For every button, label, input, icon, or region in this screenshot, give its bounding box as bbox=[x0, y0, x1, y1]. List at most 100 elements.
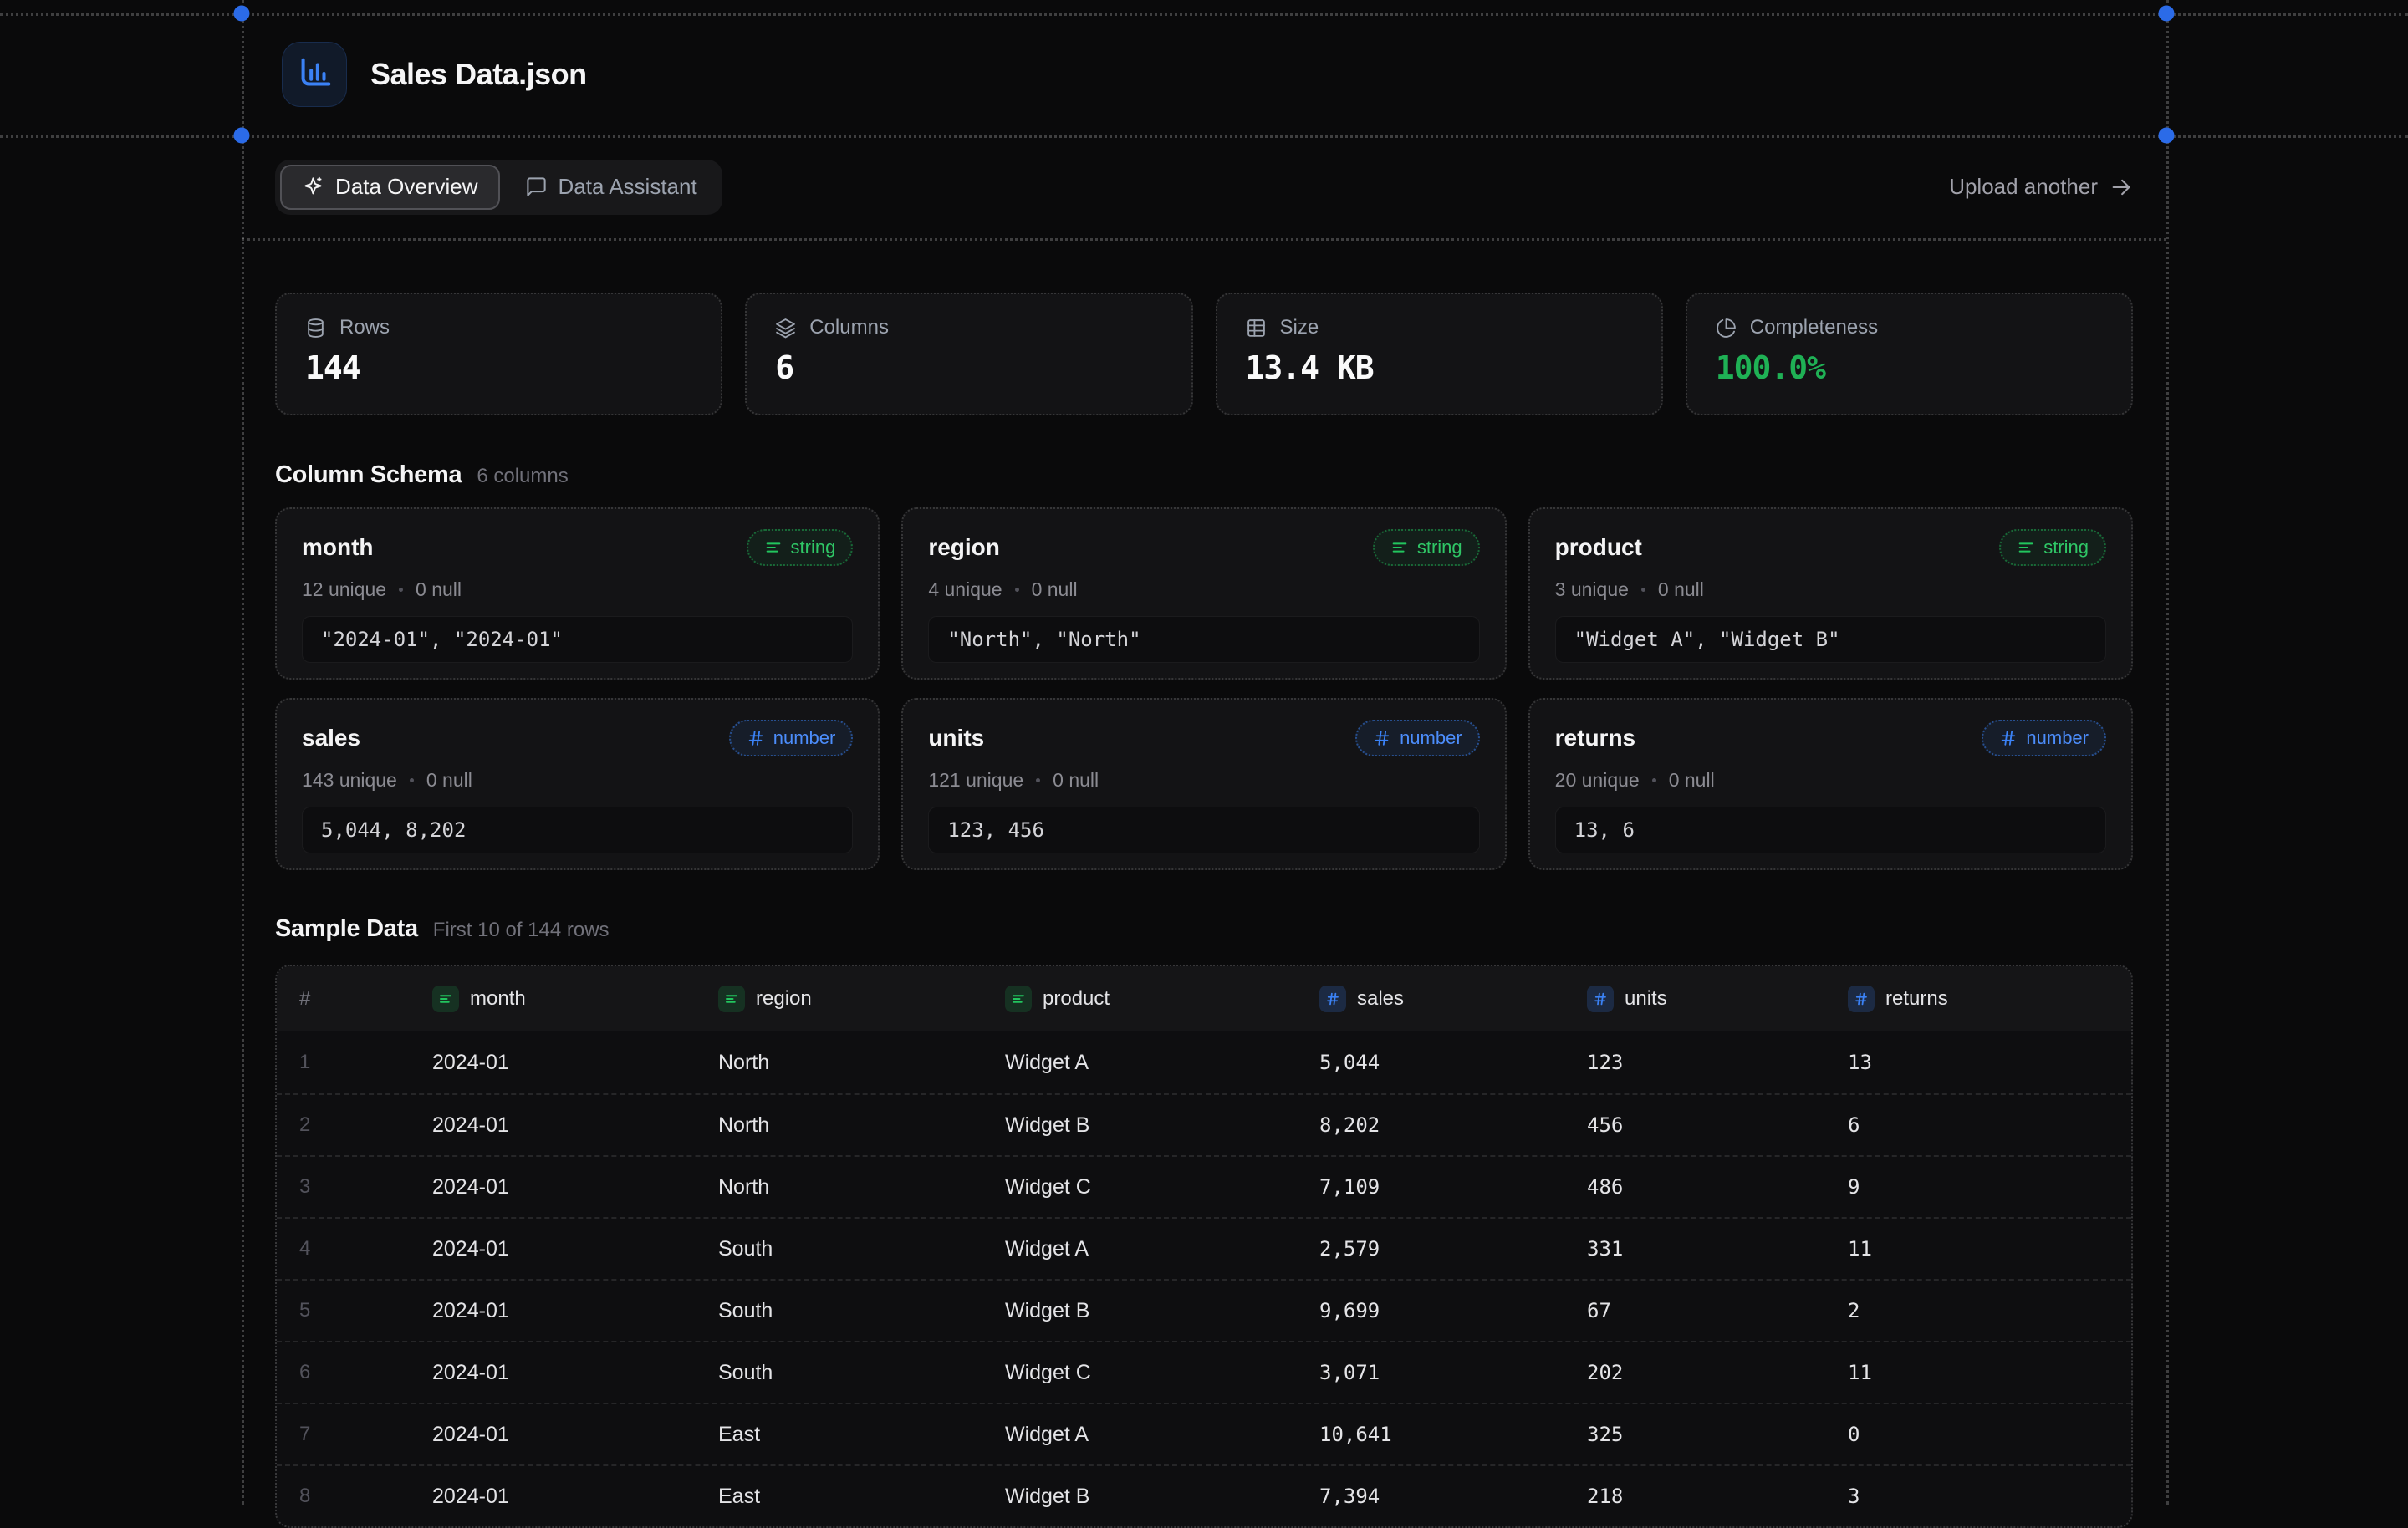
column-name: sales bbox=[302, 725, 360, 751]
type-badge-string: string bbox=[1373, 529, 1480, 566]
table-row: 1 2024-01 North Widget A 5,044 123 13 bbox=[277, 1031, 2131, 1093]
stat-label: Completeness bbox=[1750, 316, 1878, 339]
header-month: month bbox=[432, 986, 718, 1012]
stat-label: Rows bbox=[339, 316, 390, 339]
type-badge-string: string bbox=[747, 529, 854, 566]
null-count: 0 null bbox=[1669, 769, 1715, 792]
type-badge-label: number bbox=[1400, 727, 1462, 749]
app-frame: Sales Data.json Data Overview bbox=[242, 0, 2166, 1505]
stats-row: Rows 144 Columns 6 bbox=[275, 293, 2133, 415]
bar-chart-icon bbox=[282, 42, 347, 107]
unique-count: 143 unique bbox=[302, 769, 397, 792]
sample-title: Sample Data bbox=[275, 915, 418, 943]
sample-subtitle: First 10 of 144 rows bbox=[433, 919, 610, 942]
sample-values: "2024-01", "2024-01" bbox=[302, 616, 853, 663]
page-title: Sales Data.json bbox=[370, 57, 587, 92]
sample-values: 13, 6 bbox=[1555, 807, 2106, 853]
header-units: units bbox=[1587, 986, 1848, 1012]
unique-count: 12 unique bbox=[302, 578, 386, 601]
schema-card-region: region string 4 unique 0 null "North", "… bbox=[901, 507, 1506, 680]
null-count: 0 null bbox=[1032, 578, 1078, 601]
layers-icon bbox=[775, 318, 796, 339]
header-sales: sales bbox=[1319, 986, 1587, 1012]
stat-card-completeness: Completeness 100.0% bbox=[1686, 293, 2133, 415]
type-badge-number: number bbox=[1982, 720, 2106, 756]
stat-value-size: 13.4 KB bbox=[1246, 349, 1633, 386]
pie-chart-icon bbox=[1716, 318, 1737, 339]
column-name: product bbox=[1555, 534, 1642, 561]
header-index: # bbox=[299, 987, 432, 1011]
header: Sales Data.json bbox=[242, 13, 2166, 135]
sample-values: "Widget A", "Widget B" bbox=[1555, 616, 2106, 663]
sample-data-table: # month region produ bbox=[275, 965, 2133, 1528]
sample-values: 5,044, 8,202 bbox=[302, 807, 853, 853]
dot-separator bbox=[1652, 778, 1656, 782]
sparkles-icon bbox=[302, 176, 324, 198]
text-lines-icon bbox=[2017, 538, 2035, 557]
tab-data-overview[interactable]: Data Overview bbox=[280, 165, 500, 210]
schema-section-header: Column Schema 6 columns bbox=[275, 461, 2133, 489]
dot-separator bbox=[1641, 588, 1645, 592]
schema-grid: month string 12 unique 0 null "2024-01",… bbox=[275, 507, 2133, 870]
table-row: 5 2024-01 South Widget B 9,699 67 2 bbox=[277, 1279, 2131, 1341]
stat-label: Columns bbox=[809, 316, 889, 339]
dot-separator bbox=[1036, 778, 1040, 782]
stat-card-columns: Columns 6 bbox=[745, 293, 1192, 415]
hash-icon bbox=[1848, 986, 1875, 1012]
stat-value-completeness: 100.0% bbox=[1716, 349, 2103, 386]
table-row: 6 2024-01 South Widget C 3,071 202 11 bbox=[277, 1341, 2131, 1403]
sample-section-header: Sample Data First 10 of 144 rows bbox=[275, 915, 2133, 943]
stat-card-rows: Rows 144 bbox=[275, 293, 722, 415]
stat-label: Size bbox=[1280, 316, 1319, 339]
dot-separator bbox=[410, 778, 414, 782]
hash-icon bbox=[1319, 986, 1346, 1012]
type-badge-string: string bbox=[1999, 529, 2106, 566]
table-row: 4 2024-01 South Widget A 2,579 331 11 bbox=[277, 1217, 2131, 1279]
column-name: returns bbox=[1555, 725, 1635, 751]
chat-bubble-icon bbox=[525, 176, 548, 198]
table-row: 7 2024-01 East Widget A 10,641 325 0 bbox=[277, 1403, 2131, 1464]
schema-card-sales: sales number 143 unique 0 null 5,044, 8,… bbox=[275, 698, 880, 870]
schema-card-product: product string 3 unique 0 null "Widget A… bbox=[1528, 507, 2133, 680]
null-count: 0 null bbox=[416, 578, 462, 601]
type-badge-label: number bbox=[2026, 727, 2089, 749]
hash-icon bbox=[747, 729, 765, 747]
table-row: 2 2024-01 North Widget B 8,202 456 6 bbox=[277, 1093, 2131, 1155]
tab-bar: Data Overview Data Assistant Upload anot… bbox=[242, 135, 2166, 238]
tab-data-assistant[interactable]: Data Assistant bbox=[505, 165, 717, 210]
header-product: product bbox=[1005, 986, 1319, 1012]
database-icon bbox=[305, 318, 326, 339]
header-returns: returns bbox=[1848, 986, 2109, 1012]
type-badge-label: string bbox=[2043, 537, 2089, 558]
stat-value-columns: 6 bbox=[775, 349, 1162, 386]
unique-count: 20 unique bbox=[1555, 769, 1640, 792]
type-badge-number: number bbox=[1355, 720, 1480, 756]
table-row: 8 2024-01 East Widget B 7,394 218 3 bbox=[277, 1464, 2131, 1526]
schema-card-units: units number 121 unique 0 null 123, 456 bbox=[901, 698, 1506, 870]
type-badge-label: number bbox=[773, 727, 836, 749]
hash-icon bbox=[1587, 986, 1614, 1012]
schema-card-month: month string 12 unique 0 null "2024-01",… bbox=[275, 507, 880, 680]
hash-icon bbox=[1999, 729, 2018, 747]
schema-title: Column Schema bbox=[275, 461, 462, 489]
column-name: units bbox=[928, 725, 984, 751]
unique-count: 121 unique bbox=[928, 769, 1023, 792]
text-lines-icon bbox=[718, 986, 745, 1012]
type-badge-number: number bbox=[729, 720, 854, 756]
table-header-row: # month region produ bbox=[277, 966, 2131, 1031]
content: Rows 144 Columns 6 bbox=[242, 238, 2166, 1528]
upload-another-link[interactable]: Upload another bbox=[1949, 174, 2133, 200]
text-lines-icon bbox=[1390, 538, 1409, 557]
guide-line-right bbox=[2166, 0, 2169, 1505]
table-row: 3 2024-01 North Widget C 7,109 486 9 bbox=[277, 1155, 2131, 1217]
column-name: region bbox=[928, 534, 1000, 561]
arrow-right-icon bbox=[2110, 176, 2133, 199]
column-name: month bbox=[302, 534, 374, 561]
type-badge-label: string bbox=[791, 537, 836, 558]
null-count: 0 null bbox=[1053, 769, 1099, 792]
sample-values: "North", "North" bbox=[928, 616, 1479, 663]
unique-count: 3 unique bbox=[1555, 578, 1629, 601]
stat-card-size: Size 13.4 KB bbox=[1216, 293, 1663, 415]
unique-count: 4 unique bbox=[928, 578, 1002, 601]
header-region: region bbox=[718, 986, 1005, 1012]
